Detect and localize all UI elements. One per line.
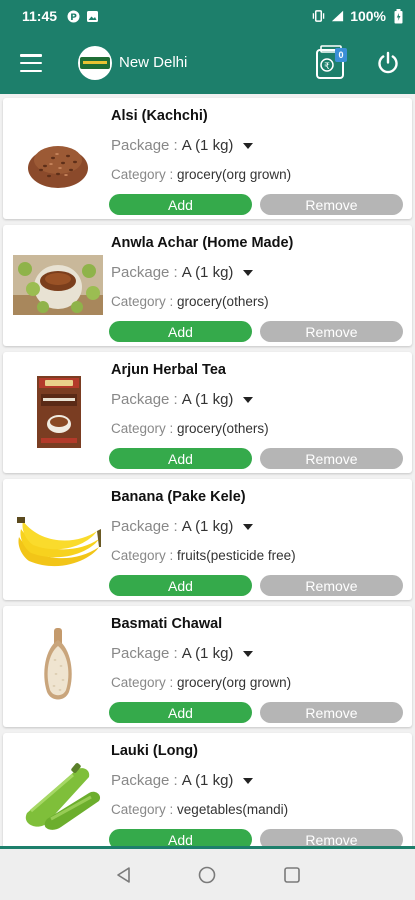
image-icon: [86, 10, 99, 23]
package-value: A (1 kg): [181, 518, 234, 535]
package-value: A (1 kg): [181, 391, 234, 408]
cart-count-badge: 0: [335, 48, 347, 62]
product-category: Category : grocery(org grown): [111, 167, 291, 182]
basmati-rice-image: [13, 626, 103, 706]
product-name: Alsi (Kachchi): [111, 108, 208, 124]
product-card: Arjun Herbal Tea Package : A (1 kg) Cate…: [3, 352, 412, 473]
package-selector[interactable]: Package : A (1 kg): [111, 137, 254, 154]
dropdown-arrow-icon[interactable]: [243, 523, 254, 530]
home-icon[interactable]: [197, 865, 217, 885]
dropdown-arrow-icon[interactable]: [243, 142, 254, 149]
dropdown-arrow-icon[interactable]: [243, 777, 254, 784]
package-value: A (1 kg): [181, 264, 234, 281]
package-label: Package :: [111, 518, 178, 535]
svg-text:P: P: [70, 13, 77, 23]
product-name: Banana (Pake Kele): [111, 489, 246, 505]
category-label: Category :: [111, 294, 174, 309]
banana-image: [13, 499, 103, 579]
category-value: grocery(others): [177, 421, 269, 436]
category-label: Category :: [111, 167, 174, 182]
status-time: 11:45: [22, 8, 58, 24]
city-label[interactable]: New Delhi: [119, 54, 187, 71]
vibrate-icon: [312, 10, 325, 23]
package-label: Package :: [111, 772, 178, 789]
product-name: Lauki (Long): [111, 743, 198, 759]
category-value: grocery(org grown): [177, 675, 292, 690]
dropdown-arrow-icon[interactable]: [243, 396, 254, 403]
product-card: Basmati Chawal Package : A (1 kg) Catego…: [3, 606, 412, 727]
package-label: Package :: [111, 391, 178, 408]
recents-icon[interactable]: [282, 865, 302, 885]
category-label: Category :: [111, 675, 174, 690]
herbal-tea-box-image: [13, 372, 103, 452]
flax-seeds-image: [13, 118, 103, 198]
product-list[interactable]: Alsi (Kachchi) Package : A (1 kg) Catego…: [0, 94, 415, 848]
battery-icon: [392, 8, 405, 23]
product-card: Banana (Pake Kele) Package : A (1 kg) Ca…: [3, 479, 412, 600]
category-label: Category :: [111, 548, 174, 563]
logo: [78, 46, 112, 80]
package-selector[interactable]: Package : A (1 kg): [111, 645, 254, 662]
product-category: Category : vegetables(mandi): [111, 802, 288, 817]
battery-level: 100%: [350, 8, 386, 24]
add-button[interactable]: Add: [109, 321, 252, 342]
bottle-gourd-image: [13, 753, 103, 833]
product-name: Anwla Achar (Home Made): [111, 235, 294, 251]
dropdown-arrow-icon[interactable]: [243, 269, 254, 276]
add-button[interactable]: Add: [109, 194, 252, 215]
product-category: Category : grocery(org grown): [111, 675, 291, 690]
package-label: Package :: [111, 645, 178, 662]
category-value: fruits(pesticide free): [177, 548, 296, 563]
system-nav-bar: [0, 849, 415, 900]
product-category: Category : grocery(others): [111, 294, 269, 309]
category-label: Category :: [111, 802, 174, 817]
product-name: Basmati Chawal: [111, 616, 223, 632]
remove-button[interactable]: Remove: [260, 702, 403, 723]
remove-button[interactable]: Remove: [260, 575, 403, 596]
package-selector[interactable]: Package : A (1 kg): [111, 264, 254, 281]
package-value: A (1 kg): [181, 645, 234, 662]
product-category: Category : grocery(others): [111, 421, 269, 436]
package-selector[interactable]: Package : A (1 kg): [111, 772, 254, 789]
remove-button[interactable]: Remove: [260, 194, 403, 215]
product-card: Lauki (Long) Package : A (1 kg) Category…: [3, 733, 412, 848]
p-icon: P: [67, 10, 80, 23]
category-value: grocery(others): [177, 294, 269, 309]
category-label: Category :: [111, 421, 174, 436]
svg-text:₹: ₹: [324, 62, 330, 72]
package-selector[interactable]: Package : A (1 kg): [111, 518, 254, 535]
package-selector[interactable]: Package : A (1 kg): [111, 391, 254, 408]
product-category: Category : fruits(pesticide free): [111, 548, 296, 563]
package-value: A (1 kg): [181, 137, 234, 154]
add-button[interactable]: Add: [109, 575, 252, 596]
remove-button[interactable]: Remove: [260, 321, 403, 342]
wallet-icon[interactable]: ₹ 0: [311, 42, 349, 82]
package-label: Package :: [111, 264, 178, 281]
product-name: Arjun Herbal Tea: [111, 362, 226, 378]
add-button[interactable]: Add: [109, 448, 252, 469]
package-value: A (1 kg): [181, 772, 234, 789]
category-value: grocery(org grown): [177, 167, 292, 182]
menu-icon[interactable]: [20, 54, 42, 72]
package-label: Package :: [111, 137, 178, 154]
app-bar: New Delhi ₹ 0: [0, 32, 415, 94]
status-bar: 11:45 P 100%: [0, 0, 415, 32]
signal-icon: [331, 10, 344, 23]
product-card: Alsi (Kachchi) Package : A (1 kg) Catego…: [3, 98, 412, 219]
product-card: Anwla Achar (Home Made) Package : A (1 k…: [3, 225, 412, 346]
power-icon[interactable]: [375, 50, 401, 76]
add-button[interactable]: Add: [109, 702, 252, 723]
back-icon[interactable]: [114, 865, 134, 885]
amla-pickle-image: [13, 245, 103, 325]
dropdown-arrow-icon[interactable]: [243, 650, 254, 657]
remove-button[interactable]: Remove: [260, 448, 403, 469]
category-value: vegetables(mandi): [177, 802, 289, 817]
